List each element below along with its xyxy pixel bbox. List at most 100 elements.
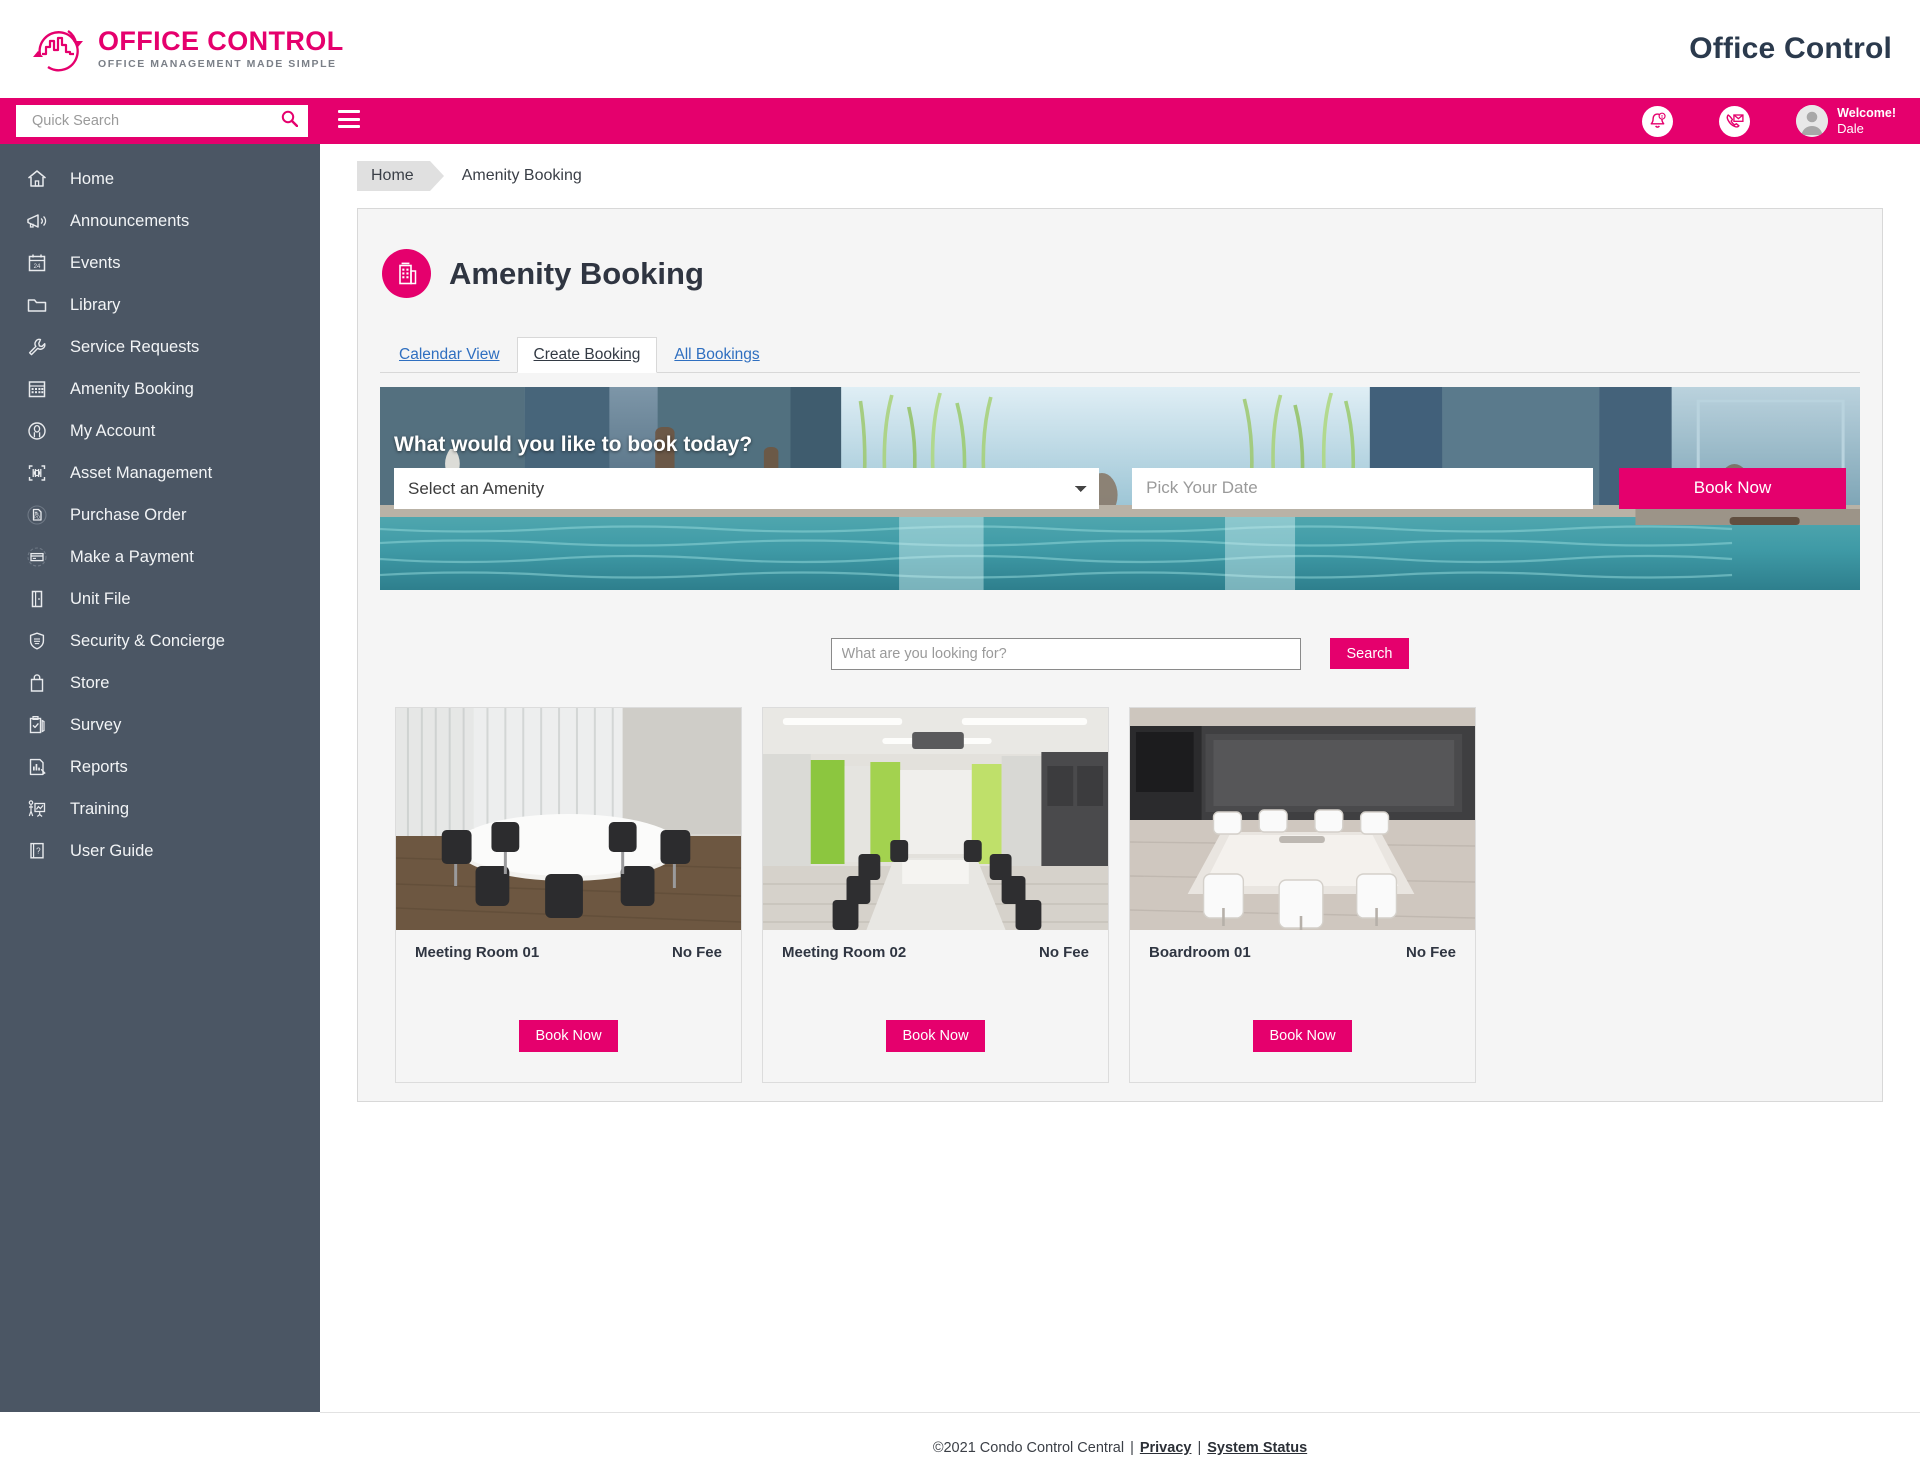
notifications-button[interactable]: 0 [1642,105,1674,137]
utility-bar-actions: 0 Welcome! Dale [1642,98,1896,144]
quick-search-container[interactable] [16,105,308,137]
hero-question: What would you like to book today? [394,432,753,456]
sidebar-item-label: Reports [70,757,128,776]
amenity-card: Boardroom 01 No Fee Book Now [1129,706,1476,1083]
sidebar-item-training[interactable]: Training [0,788,320,830]
amenity-card-list: Meeting Room 01 No Fee Book Now Meeting … [380,706,1860,1083]
footer-privacy-link[interactable]: Privacy [1140,1440,1192,1456]
quick-search-input[interactable] [30,112,281,130]
shield-icon [24,628,50,654]
booking-tabs: Calendar View Create Booking All Booking… [380,335,1860,373]
sidebar-item-unit-file[interactable]: Unit File [0,578,320,620]
page-header: Amenity Booking [380,235,1860,313]
shopping-bag-icon [24,670,50,696]
credit-card-icon [24,544,50,570]
meeting-room-02-image [763,707,1108,930]
sidebar-item-label: Service Requests [70,337,200,356]
breadcrumb: Home Amenity Booking [320,144,1920,208]
amenity-booking-panel: Amenity Booking Calendar View Create Boo… [357,208,1883,1102]
amenity-card-name: Boardroom 01 [1149,943,1251,961]
home-icon [24,166,50,192]
amenity-search-input[interactable] [830,637,1301,670]
sidebar-item-label: Security & Concierge [70,631,225,650]
sidebar-item-label: User Guide [70,841,154,860]
sidebar-item-survey[interactable]: Survey [0,704,320,746]
booking-hero-banner: What would you like to book today? Selec… [380,386,1860,590]
sidebar-item-my-account[interactable]: My Account [0,410,320,452]
building-icon [382,249,431,299]
tab-calendar-view[interactable]: Calendar View [382,337,517,373]
sidebar-item-label: Announcements [70,211,190,230]
main-content: Home Amenity Booking Amenity Booking Cal… [320,144,1920,1412]
sidebar-item-user-guide[interactable]: ? User Guide [0,830,320,872]
amenity-card: Meeting Room 02 No Fee Book Now [762,706,1109,1083]
sidebar-item-label: My Account [70,421,156,440]
avatar [1796,105,1829,137]
brand-logo[interactable]: OFFICE CONTROL OFFICE MANAGEMENT MADE SI… [30,21,344,77]
sidebar-item-label: Survey [70,715,122,734]
breadcrumb-home-link[interactable]: Home [357,161,444,191]
sidebar-item-label: Amenity Booking [70,379,194,398]
sidebar-item-label: Training [70,799,129,818]
sidebar-item-make-a-payment[interactable]: Make a Payment [0,536,320,578]
menu-toggle-button[interactable] [338,110,360,128]
amenity-card-name: Meeting Room 01 [415,943,540,961]
sidebar-item-label: Purchase Order [70,505,187,524]
amenity-search-button[interactable]: Search [1329,638,1410,670]
wrench-icon [24,334,50,360]
amenity-card: Meeting Room 01 No Fee Book Now [395,706,742,1083]
footer-separator: | [1197,1440,1202,1456]
sidebar-item-label: Events [70,253,121,272]
training-board-icon [24,796,50,822]
amenity-card-fee: No Fee [1405,943,1456,961]
brand-title: OFFICE CONTROL [98,26,344,57]
footer-copyright: ©2021 Condo Control Central [932,1440,1125,1456]
sidebar-item-label: Store [70,673,110,692]
clipboard-check-icon [24,712,50,738]
amenity-card-book-now-button[interactable]: Book Now [886,1019,985,1052]
sidebar-item-amenity-booking[interactable]: Amenity Booking [0,368,320,410]
sidebar-item-events[interactable]: 24 Events [0,242,320,284]
messages-button[interactable] [1719,105,1751,137]
amenity-card-fee: No Fee [671,943,722,961]
sidebar-item-reports[interactable]: Reports [0,746,320,788]
megaphone-icon [24,208,50,234]
app-name-title: Office Control [1689,32,1892,65]
page-title: Amenity Booking [449,255,704,291]
sidebar-item-label: Asset Management [70,463,213,482]
hero-booking-form: What would you like to book today? Selec… [394,433,1846,509]
amenity-card-name: Meeting Room 02 [782,943,907,961]
footer-system-status-link[interactable]: System Status [1207,1440,1307,1456]
boardroom-01-image [1130,707,1475,930]
door-icon [24,586,50,612]
book-question-icon: ? [24,838,50,864]
date-picker-input[interactable] [1132,467,1594,509]
office-control-logo-icon [30,21,86,77]
welcome-label: Welcome! [1837,105,1896,120]
sidebar-item-library[interactable]: Library [0,284,320,326]
svg-text:24: 24 [34,264,41,270]
purchase-order-icon: PO [24,502,50,528]
asset-scan-icon [24,460,50,486]
sidebar-item-announcements[interactable]: Announcements [0,200,320,242]
user-menu[interactable]: Welcome! Dale [1796,105,1896,137]
svg-text:?: ? [36,847,41,856]
sidebar-item-label: Unit File [70,589,131,608]
calendar-icon: 24 [24,250,50,276]
tab-create-booking[interactable]: Create Booking [516,336,658,373]
user-name: Dale [1837,120,1864,136]
amenity-card-book-now-button[interactable]: Book Now [1253,1019,1352,1052]
meeting-room-01-image [396,707,741,930]
tab-all-bookings[interactable]: All Bookings [657,337,776,373]
sidebar-item-home[interactable]: Home [0,158,320,200]
amenity-card-book-now-button[interactable]: Book Now [519,1019,618,1052]
sidebar-item-asset-management[interactable]: Asset Management [0,452,320,494]
search-icon[interactable] [281,110,299,132]
hero-book-now-button[interactable]: Book Now [1619,467,1846,509]
sidebar-item-store[interactable]: Store [0,662,320,704]
sidebar-item-purchase-order[interactable]: PO Purchase Order [0,494,320,536]
sidebar-item-service-requests[interactable]: Service Requests [0,326,320,368]
footer-separator: | [1130,1440,1134,1456]
sidebar-item-security-concierge[interactable]: Security & Concierge [0,620,320,662]
amenity-select[interactable]: Select an Amenity [394,467,1100,509]
